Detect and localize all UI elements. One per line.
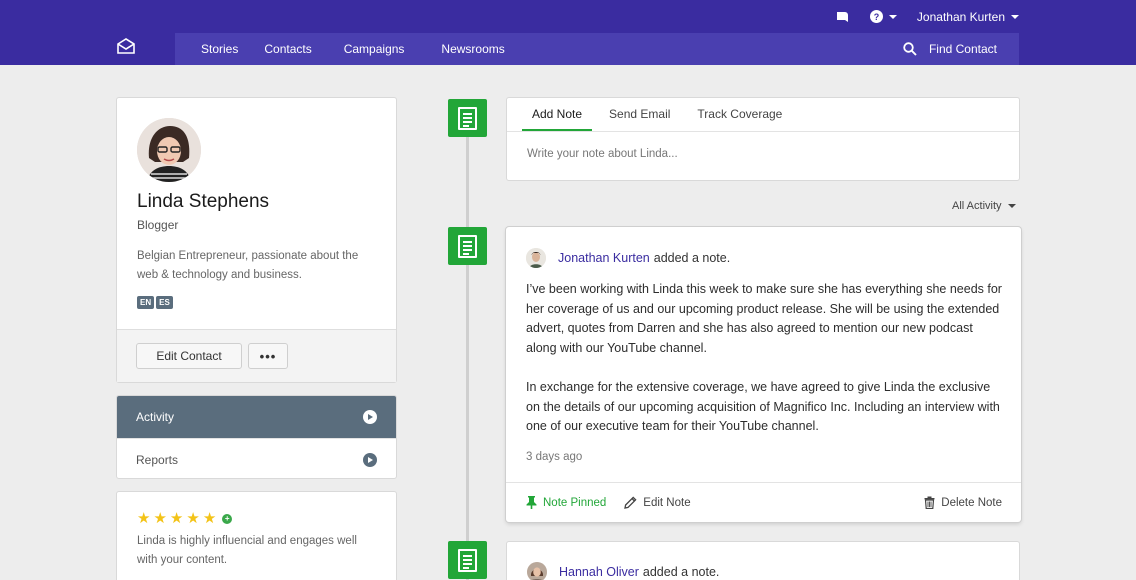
- pin-note-label: Note Pinned: [543, 496, 607, 509]
- logo-envelope-icon[interactable]: [116, 37, 136, 55]
- sidebar-item-label: Activity: [136, 410, 175, 424]
- delete-note-label: Delete Note: [941, 496, 1002, 509]
- rating-card: ★ ★ ★ ★ ★ + Linda is highly influencial …: [116, 491, 397, 580]
- main-nav: Stories Contacts Campaigns Newsrooms Fin…: [175, 33, 1019, 65]
- help-menu[interactable]: ?: [869, 10, 897, 23]
- note-icon: [448, 99, 487, 137]
- avatar: [527, 562, 547, 580]
- chevron-down-icon: [888, 14, 897, 19]
- activity-header: Hannah Oliver added a note.: [527, 562, 719, 580]
- note-paragraph: In exchange for the extensive coverage, …: [526, 379, 1000, 434]
- edit-note-label: Edit Note: [643, 496, 691, 509]
- nav-newsrooms[interactable]: Newsrooms: [428, 33, 517, 65]
- pencil-icon: [624, 496, 637, 509]
- note-input[interactable]: [527, 148, 997, 160]
- avatar: [137, 118, 201, 182]
- top-bar: ? Jonathan Kurten Stories Contacts Campa…: [0, 0, 1136, 65]
- tab-send-email[interactable]: Send Email: [599, 98, 680, 131]
- utility-bar: ? Jonathan Kurten: [832, 0, 1136, 33]
- star-icon: ★: [186, 510, 200, 527]
- search-icon: [903, 42, 917, 56]
- composer-tabs: Add Note Send Email Track Coverage: [507, 98, 1019, 132]
- play-icon: [363, 452, 377, 467]
- more-options-button[interactable]: •••: [248, 343, 288, 369]
- chat-bubble-icon[interactable]: [832, 7, 852, 27]
- chevron-down-icon: [1007, 204, 1016, 208]
- star-rating: ★ ★ ★ ★ ★ +: [137, 510, 233, 527]
- tab-track-coverage[interactable]: Track Coverage: [687, 98, 792, 131]
- nav-stories[interactable]: Stories: [188, 33, 251, 65]
- sidebar-item-activity[interactable]: Activity: [117, 396, 396, 438]
- activity-filter-label: All Activity: [952, 200, 1002, 212]
- trash-icon: [924, 496, 935, 509]
- activity-timestamp: 3 days ago: [526, 451, 583, 463]
- tab-add-note[interactable]: Add Note: [522, 98, 593, 131]
- activity-card: Hannah Oliver added a note.: [506, 541, 1020, 580]
- note-icon: [448, 227, 487, 265]
- avatar: [526, 248, 546, 268]
- author-link[interactable]: Hannah Oliver: [559, 565, 639, 579]
- chevron-down-icon: [1011, 14, 1019, 19]
- note-body: I’ve been working with Linda this week t…: [526, 280, 1004, 437]
- activity-header: Jonathan Kurten added a note.: [526, 248, 730, 268]
- activity-action: added a note.: [642, 565, 720, 579]
- user-menu[interactable]: Jonathan Kurten: [917, 10, 1019, 24]
- author-link[interactable]: Jonathan Kurten: [558, 251, 650, 265]
- svg-text:?: ?: [874, 12, 880, 22]
- nav-contacts[interactable]: Contacts: [251, 33, 324, 65]
- profile-actions: Edit Contact •••: [117, 329, 396, 382]
- delete-note-button[interactable]: Delete Note: [924, 496, 1002, 509]
- nav-campaigns[interactable]: Campaigns: [331, 33, 418, 65]
- plus-icon[interactable]: +: [222, 513, 233, 524]
- star-icon: ★: [153, 510, 167, 527]
- find-contact-button[interactable]: Find Contact: [903, 42, 1019, 56]
- note-composer: Add Note Send Email Track Coverage: [506, 97, 1020, 181]
- sidebar-item-label: Reports: [136, 452, 179, 467]
- contact-role: Blogger: [137, 218, 179, 232]
- play-icon: [363, 410, 377, 424]
- rating-comment: Linda is highly influencial and engages …: [137, 535, 357, 566]
- language-badge: ES: [156, 296, 173, 309]
- pin-note-button[interactable]: Note Pinned: [526, 496, 606, 509]
- pin-icon: [526, 496, 537, 509]
- help-icon: ?: [869, 10, 883, 23]
- activity-filter[interactable]: All Activity: [952, 200, 1016, 212]
- timeline-line: [466, 136, 469, 580]
- note-icon: [448, 541, 487, 579]
- find-contact-label: Find Contact: [928, 42, 997, 56]
- note-paragraph: I’ve been working with Linda this week t…: [526, 282, 1002, 355]
- profile-card: Linda Stephens Blogger Belgian Entrepren…: [116, 97, 397, 383]
- sidebar-item-reports[interactable]: Reports: [117, 438, 396, 478]
- side-menu: Activity Reports: [116, 395, 397, 479]
- edit-note-button[interactable]: Edit Note: [624, 496, 691, 509]
- user-name: Jonathan Kurten: [916, 9, 1005, 24]
- edit-contact-button[interactable]: Edit Contact: [136, 343, 242, 369]
- language-badges: EN ES: [137, 296, 173, 309]
- star-icon: ★: [137, 510, 151, 527]
- activity-card: Jonathan Kurten added a note. I’ve been …: [506, 227, 1021, 522]
- contact-name: Linda Stephens: [137, 191, 270, 212]
- contact-bio: Belgian Entrepreneur, passionate about t…: [137, 250, 359, 281]
- star-icon: ★: [169, 510, 184, 527]
- activity-action: added a note.: [653, 251, 731, 265]
- activity-actions: Note Pinned Edit Note Delete Note: [506, 482, 1021, 522]
- language-badge: EN: [137, 296, 155, 309]
- star-icon: ★: [202, 510, 217, 527]
